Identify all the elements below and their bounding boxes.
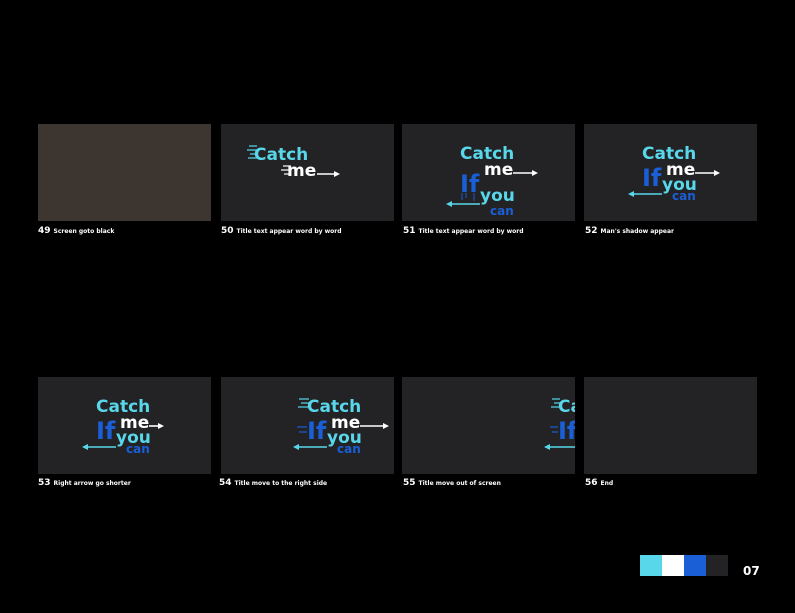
title-word-can: can bbox=[337, 442, 361, 456]
frame-caption-54: 54 Title move to the right side bbox=[219, 478, 327, 488]
title-word-if: If bbox=[307, 417, 327, 445]
title-word-if: If bbox=[642, 164, 662, 192]
page-number: 07 bbox=[743, 564, 760, 578]
title-art-full: Catch me If you can bbox=[446, 144, 538, 218]
title-art-exiting: Catch If bbox=[544, 397, 575, 450]
frame-caption-50: 50 Title text appear word by word bbox=[221, 226, 342, 236]
title-word-can: can bbox=[672, 189, 696, 203]
palette-swatch-white bbox=[662, 555, 684, 576]
title-word-can: can bbox=[126, 442, 150, 456]
frame-number: 51 bbox=[403, 226, 416, 236]
frame-number: 52 bbox=[585, 226, 598, 236]
frame-number: 50 bbox=[221, 226, 234, 236]
frame-caption-text: Title text appear word by word bbox=[418, 228, 524, 235]
frame-caption-53: 53 Right arrow go shorter bbox=[38, 478, 131, 488]
frame-caption-text: Screen goto black bbox=[53, 228, 115, 235]
frame-caption-49: 49 Screen goto black bbox=[38, 226, 114, 236]
frame-number: 54 bbox=[219, 478, 232, 488]
palette-swatch-cyan bbox=[640, 555, 662, 576]
title-word-if: If bbox=[96, 417, 116, 445]
frame-caption-text: Title move out of screen bbox=[418, 480, 501, 487]
frame-caption-55: 55 Title move out of screen bbox=[403, 478, 501, 488]
storyboard-frame-52: Catch me If you can bbox=[584, 124, 757, 221]
frame-caption-52: 52 Man's shadow appear bbox=[585, 226, 674, 236]
frame-caption-text: Right arrow go shorter bbox=[53, 480, 131, 487]
frame-number: 55 bbox=[403, 478, 416, 488]
frame-number: 49 bbox=[38, 226, 51, 236]
title-word-if: If bbox=[558, 417, 575, 445]
title-word-me: me bbox=[287, 161, 316, 181]
storyboard-frame-56 bbox=[584, 377, 757, 474]
frame-number: 53 bbox=[38, 478, 51, 488]
frame-caption-text: Title move to the right side bbox=[234, 480, 328, 487]
frame-caption-text: End bbox=[600, 480, 614, 487]
frame-caption-text: Title text appear word by word bbox=[236, 228, 342, 235]
storyboard-frame-51: Catch me If you can bbox=[402, 124, 575, 221]
title-art-full: Catch me If you can bbox=[628, 144, 720, 203]
title-word-you: you bbox=[480, 186, 515, 206]
storyboard-frame-55: Catch If bbox=[402, 377, 575, 474]
frame-caption-text: Man's shadow appear bbox=[600, 228, 674, 235]
palette-swatch-dark bbox=[706, 555, 728, 576]
storyboard-frame-50: Catch me bbox=[221, 124, 394, 221]
frame-number: 56 bbox=[585, 478, 598, 488]
storyboard-frame-54: Catch me If you can bbox=[221, 377, 394, 474]
storyboard-frame-53: Catch me If you can bbox=[38, 377, 211, 474]
frame-caption-56: 56 End bbox=[585, 478, 613, 488]
title-art-partial: Catch me bbox=[247, 145, 340, 181]
frame-caption-51: 51 Title text appear word by word bbox=[403, 226, 524, 236]
title-word-if: If bbox=[460, 170, 480, 198]
title-art-full: Catch me If you can bbox=[82, 397, 164, 456]
title-word-catch: Catch bbox=[558, 397, 575, 417]
palette-swatch-blue bbox=[684, 555, 706, 576]
title-word-can: can bbox=[490, 204, 514, 218]
title-word-me: me bbox=[484, 160, 513, 180]
storyboard-frame-49 bbox=[38, 124, 211, 221]
color-palette bbox=[640, 555, 728, 576]
title-art-moving: Catch me If you can bbox=[293, 397, 389, 456]
